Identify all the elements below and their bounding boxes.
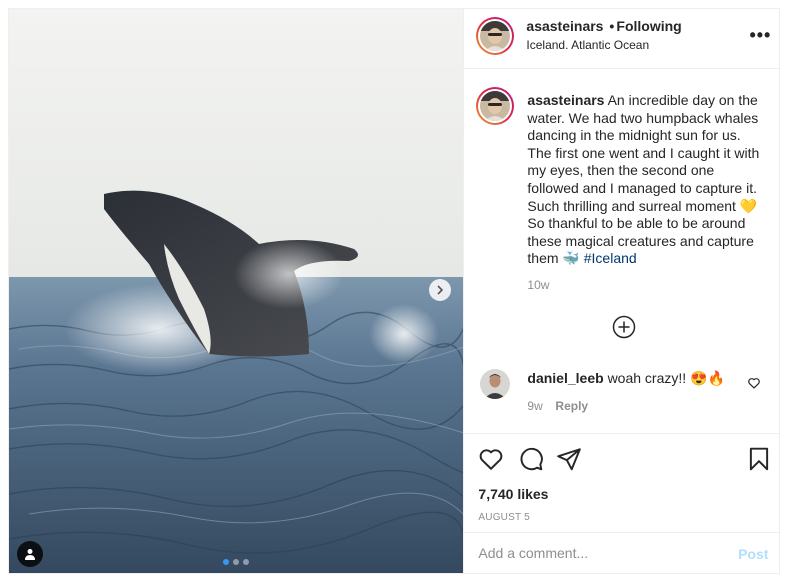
- post-actions: 7,740 likes AUGUST 5 Post: [464, 433, 781, 574]
- post-sidebar: asasteinars • Following Iceland. Atlanti…: [463, 9, 781, 574]
- heart-icon[interactable]: [478, 446, 504, 472]
- likes-count[interactable]: 7,740 likes: [478, 486, 548, 502]
- hashtag-link[interactable]: #Iceland: [584, 250, 637, 266]
- carousel-indicator: [9, 559, 463, 565]
- caption-body: An incredible day on the water. We had t…: [527, 92, 760, 267]
- next-arrow-icon: [437, 285, 444, 295]
- header-username[interactable]: asasteinars: [526, 18, 603, 34]
- post-media[interactable]: [9, 9, 464, 573]
- caption-text: asasteinars An incredible day on the wat…: [527, 92, 767, 268]
- comment-input[interactable]: [478, 545, 719, 561]
- caption-username[interactable]: asasteinars: [527, 92, 604, 108]
- avatar-image: [480, 21, 511, 51]
- reply-button[interactable]: Reply: [555, 399, 588, 413]
- whale-photo: [9, 9, 464, 573]
- carousel-dot: [243, 559, 250, 565]
- avatar-image: [480, 91, 511, 121]
- bookmark-icon[interactable]: [746, 446, 772, 472]
- load-more-comments-icon[interactable]: [612, 315, 636, 339]
- post-date[interactable]: AUGUST 5: [478, 512, 529, 523]
- more-options-icon[interactable]: •••: [749, 25, 770, 45]
- comment-composer: Post: [464, 532, 781, 574]
- comment-timestamp[interactable]: 9w: [527, 399, 542, 413]
- post-comment-button[interactable]: Post: [738, 546, 768, 562]
- avatar[interactable]: [476, 17, 515, 55]
- comment-body: woah crazy!! 😍🔥: [607, 370, 725, 386]
- avatar-image: [480, 369, 511, 399]
- comment-username[interactable]: daniel_leeb: [527, 370, 603, 386]
- carousel-dot: [223, 559, 230, 565]
- comment-heart-icon[interactable]: [747, 376, 761, 390]
- share-icon[interactable]: [556, 446, 582, 472]
- comment-icon[interactable]: [518, 446, 544, 472]
- carousel-dot: [233, 559, 240, 565]
- instagram-post: asasteinars • Following Iceland. Atlanti…: [8, 8, 781, 574]
- comment-text: daniel_leeb woah crazy!! 😍🔥: [527, 370, 725, 387]
- caption-timestamp[interactable]: 10w: [527, 278, 549, 292]
- header-separator: •: [609, 18, 615, 34]
- post-header: asasteinars • Following Iceland. Atlanti…: [464, 9, 781, 69]
- commenter-avatar[interactable]: [480, 369, 511, 399]
- follow-status-button[interactable]: Following: [616, 18, 681, 34]
- location-link[interactable]: Iceland. Atlantic Ocean: [526, 38, 649, 52]
- caption-avatar[interactable]: [476, 87, 515, 125]
